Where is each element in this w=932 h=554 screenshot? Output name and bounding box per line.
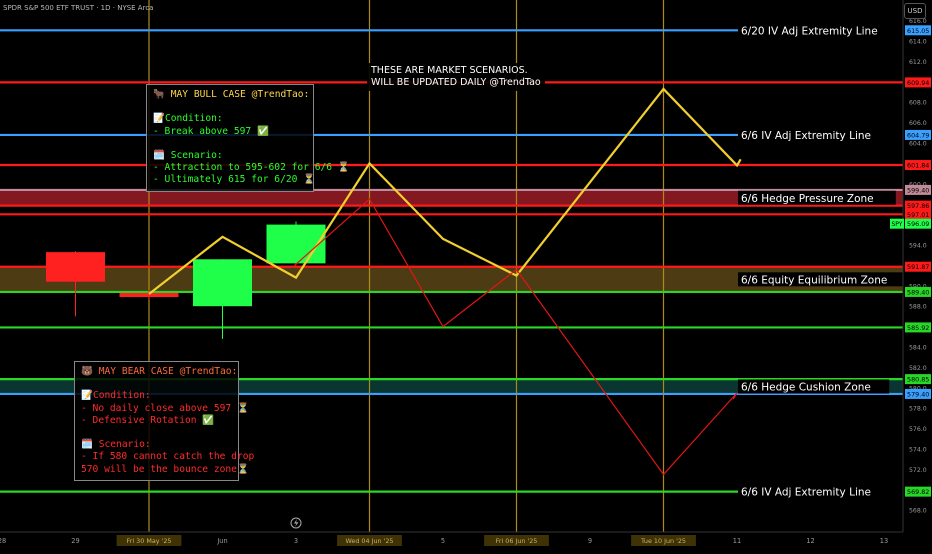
time-tick-label: Fri 30 May '25 (127, 537, 172, 545)
bull-condition-1: - Break above 597 ✅ (153, 125, 269, 137)
time-tick-label: 3 (294, 537, 298, 545)
price-badge-value: 599.40 (907, 186, 929, 194)
price-badge-value: 601.84 (907, 162, 929, 170)
price-badge-value: 585.92 (907, 324, 929, 332)
symbol-header: SPDR S&P 500 ETF TRUST · 1D · NYSE Arca (3, 4, 154, 12)
price-tick-label: 604.0 (909, 141, 927, 148)
bull-title: 🐂 MAY BULL CASE @TrendTao: (153, 89, 310, 100)
time-tick-label: Tue 10 Jun '25 (640, 537, 686, 545)
price-tick-label: 594.0 (909, 243, 927, 250)
price-badge-value: 597.86 (907, 202, 929, 210)
price-tick-label: 582.0 (909, 365, 927, 372)
currency-button[interactable]: USD (904, 3, 926, 19)
scenario-note: THESE ARE MARKET SCENARIOS. WILL BE UPDA… (367, 63, 545, 91)
price-badge-value: 597.01 (907, 211, 929, 219)
price-tick-label: 588.0 (909, 304, 927, 311)
zone-label: 6/6 Hedge Cushion Zone (741, 382, 871, 394)
time-tick-label: 11 (733, 537, 741, 545)
time-tick-label: 29 (71, 537, 79, 545)
price-tick-label: 584.0 (909, 345, 927, 352)
price-tick-label: 574.0 (909, 447, 927, 454)
bear-scenario-head: 🗓️ Scenario: (81, 439, 151, 451)
price-badge-value: 580.85 (907, 376, 929, 384)
time-tick-label: 13 (880, 537, 888, 545)
bull-case-box: 🐂 MAY BULL CASE @TrendTao: 📝Condition: -… (146, 84, 350, 192)
price-badge-value: 579.40 (907, 390, 929, 398)
time-tick-label: Wed 04 Jun '25 (345, 537, 393, 545)
price-tick-label: 612.0 (909, 59, 927, 66)
note-line-1: THESE ARE MARKET SCENARIOS. (371, 65, 528, 76)
bear-scenario-2: 570 will be the bounce zone⏳ (81, 463, 249, 475)
time-tick-label: 12 (806, 537, 814, 545)
time-tick-label: 28 (0, 537, 6, 545)
current-price-ticker: SPY (892, 221, 903, 228)
bull-scenario-1: - Attraction to 595-602 for 6/6 ⏳ (153, 162, 350, 174)
price-tick-label: 578.0 (909, 406, 927, 413)
current-price-value: 596.09 (907, 220, 929, 228)
time-tick-label: 9 (588, 537, 592, 545)
price-badge-value: 589.40 (907, 288, 929, 296)
candle-body (46, 252, 105, 282)
bull-condition-head: 📝Condition: (153, 113, 223, 125)
price-badge-value: 569.82 (907, 488, 929, 496)
level-label: 6/6 IV Adj Extremity Line (741, 130, 871, 142)
price-badge-value: 615.05 (907, 27, 929, 35)
bear-case-box: 🐻 MAY BEAR CASE @TrendTao: 📝Condition: -… (74, 361, 254, 481)
time-tick-label: 5 (441, 537, 445, 545)
price-badge-value: 609.94 (907, 79, 929, 87)
bull-scenario-head: 🗓️ Scenario: (153, 150, 223, 162)
price-tick-label: 576.0 (909, 426, 927, 433)
price-tick-label: 616.0 (909, 18, 927, 25)
bear-condition-1: - No daily close above 597 ⏳ (81, 402, 249, 414)
level-label: 6/6 IV Adj Extremity Line (741, 487, 871, 499)
time-tick-label: Fri 06 Jun '25 (496, 537, 538, 545)
bear-scenario-1: - If 580 cannot catch the drop (81, 451, 255, 463)
zone-label: 6/6 Hedge Pressure Zone (741, 193, 874, 205)
price-tick-label: 568.0 (909, 508, 927, 515)
price-tick-label: 606.0 (909, 120, 927, 127)
price-badge-value: 604.79 (907, 131, 929, 139)
time-axis: 28 29 Fri 30 May '25 Jun 3 Wed 04 Jun '25 5 Fri… (0, 531, 903, 550)
bear-condition-2: - Defensive Rotation ✅ (81, 414, 215, 426)
level-label: 6/20 IV Adj Extremity Line (741, 25, 878, 37)
price-tick-label: 608.0 (909, 100, 927, 107)
bull-scenario-2: - Ultimately 615 for 6/20 ⏳ (153, 174, 316, 186)
price-tick-label: 614.0 (909, 39, 927, 46)
bear-condition-head: 📝Condition: (81, 390, 151, 402)
time-tick-label: Jun (216, 537, 227, 545)
note-line-2: WILL BE UPDATED DAILY @TrendTao (371, 77, 541, 88)
zone-label: 6/6 Equity Equilibrium Zone (741, 274, 887, 286)
price-badge-value: 591.87 (907, 263, 929, 271)
bear-title: 🐻 MAY BEAR CASE @TrendTao: (81, 366, 238, 377)
candle-body (193, 259, 252, 307)
price-tick-label: 572.0 (909, 467, 927, 474)
